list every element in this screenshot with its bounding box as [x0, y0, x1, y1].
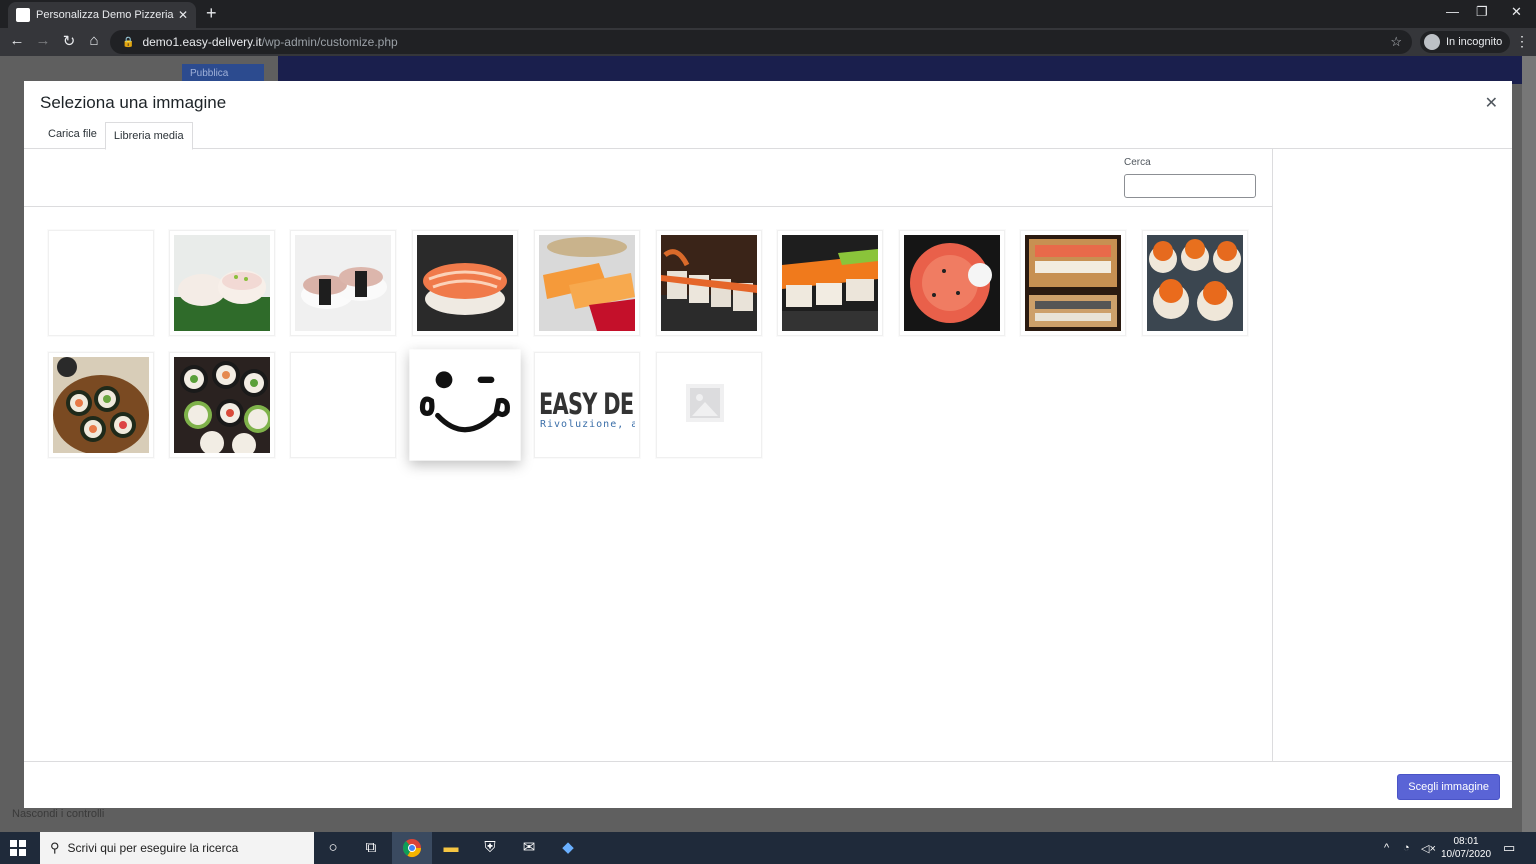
attachment-details-sidebar [1272, 149, 1512, 761]
thumbnail [1147, 235, 1243, 331]
search-label: Cerca [1124, 157, 1151, 168]
bookmark-star-icon[interactable]: ☆ [1390, 34, 1402, 50]
address-bar[interactable]: 🔒 demo1.easy-delivery.it/wp-admin/custom… [110, 30, 1412, 54]
image-placeholder-icon [686, 384, 724, 422]
page-scrollbar[interactable] [1522, 56, 1536, 832]
task-view-icon[interactable]: ⧉ [361, 838, 381, 858]
attachment-sushi-octopus-nigiri[interactable] [290, 230, 396, 336]
media-library-content: Cerca EASY DE Rivoluzione, a [24, 149, 1272, 761]
back-icon[interactable]: ← [8, 32, 26, 49]
attachment-blank[interactable] [290, 352, 396, 458]
taskbar-search[interactable]: ⚲ Scrivi qui per eseguire la ricerca [40, 832, 314, 864]
security-shield-icon[interactable]: ⛨ [480, 838, 500, 858]
clock-time: 08:01 [1453, 836, 1479, 847]
attachment-sushi-tray-assorted[interactable] [1020, 230, 1126, 336]
thumbnail [417, 235, 513, 331]
thumbnail [174, 357, 270, 453]
network-icon[interactable]: ◔ [1403, 842, 1410, 854]
attachment-wink-face-logo[interactable] [409, 349, 521, 461]
attachment-blank[interactable] [48, 230, 154, 336]
tray-chevron-icon[interactable]: ^ [1384, 842, 1389, 854]
attachment-easy-delivery-logo[interactable]: EASY DEL Rivoluzione, a [534, 352, 640, 458]
windows-start-icon[interactable] [10, 840, 26, 856]
attachment-sushi-board-maki[interactable] [48, 352, 154, 458]
media-modal: Seleziona una immagine ✕ Carica file Lib… [24, 81, 1512, 808]
tab-upload-files[interactable]: Carica file [40, 121, 105, 149]
thumbnail [661, 235, 757, 331]
search-input[interactable] [1124, 174, 1256, 198]
incognito-icon [1424, 34, 1440, 50]
modal-title: Seleziona una immagine [40, 93, 227, 112]
site-favicon-icon [16, 8, 30, 22]
attachment-image-placeholder[interactable] [656, 352, 762, 458]
thumbnail [295, 235, 391, 331]
file-explorer-icon[interactable]: ▬ [441, 838, 461, 858]
attachment-sushi-salmon-tuna-plate[interactable] [534, 230, 640, 336]
forward-icon[interactable]: → [34, 32, 52, 49]
thumbnail [1025, 235, 1121, 331]
thumbnail [904, 235, 1000, 331]
modal-close-icon[interactable]: ✕ [1485, 93, 1498, 113]
taskbar-clock[interactable]: 08:01 10/07/2020 [1440, 835, 1492, 861]
thumbnail [539, 235, 635, 331]
taskbar-search-placeholder: Scrivi qui per eseguire la ricerca [67, 841, 239, 855]
notification-icon[interactable]: ▭ [1503, 840, 1515, 856]
attachment-sushi-dragon-roll[interactable] [656, 230, 762, 336]
attachment-sushi-nigiri-white-fish[interactable] [169, 230, 275, 336]
browser-menu-icon[interactable]: ⋮ [1515, 33, 1529, 50]
browser-tab[interactable]: Personalizza Demo Pizzeria Easy ✕ [8, 2, 196, 28]
hide-controls-label: Nascondi i controlli [12, 808, 105, 820]
windows-taskbar: ⚲ Scrivi qui per eseguire la ricerca ○ ⧉… [0, 832, 1536, 864]
thumbnail [782, 235, 878, 331]
store-icon[interactable]: ◆ [558, 838, 578, 858]
logo-text: EASY DEL [539, 387, 635, 421]
browser-tab-strip: Personalizza Demo Pizzeria Easy ✕ + — ❐ … [0, 0, 1536, 28]
attachment-sushi-salmon-avocado-roll[interactable] [777, 230, 883, 336]
thumbnail [414, 354, 516, 456]
modal-header: Seleziona una immagine ✕ Carica file Lib… [24, 81, 1512, 150]
modal-footer: Scegli immagine [24, 761, 1512, 808]
volume-muted-icon[interactable]: ◁× [1421, 842, 1436, 855]
browser-toolbar: ← → ↻ ⌂ 🔒 demo1.easy-delivery.it/wp-admi… [0, 28, 1536, 56]
thumbnail: EASY DEL Rivoluzione, a [539, 357, 635, 453]
url-host: demo1.easy-delivery.it [142, 35, 262, 49]
attachment-sushi-salmon-temaki[interactable] [899, 230, 1005, 336]
tab-title: Personalizza Demo Pizzeria Easy [36, 9, 174, 21]
attachment-sushi-shrimp-nigiri[interactable] [412, 230, 518, 336]
cortana-icon[interactable]: ○ [323, 838, 343, 858]
home-icon[interactable]: ⌂ [85, 32, 103, 49]
media-toolbar: Cerca [24, 149, 1272, 207]
reload-icon[interactable]: ↻ [60, 32, 78, 50]
restore-icon[interactable]: ❐ [1476, 4, 1488, 20]
lock-icon: 🔒 [122, 36, 135, 48]
modal-tabs: Carica file Libreria media [40, 121, 193, 150]
attachment-sushi-uramaki-tobiko[interactable] [1142, 230, 1248, 336]
attachment-sushi-futomaki-slate[interactable] [169, 352, 275, 458]
search-icon: ⚲ [50, 840, 60, 855]
tab-media-library[interactable]: Libreria media [104, 122, 193, 150]
chrome-icon[interactable] [402, 838, 422, 858]
site-preview-header [278, 56, 1522, 84]
window-close-icon[interactable]: ✕ [1511, 4, 1522, 20]
incognito-indicator[interactable]: In incognito [1420, 31, 1511, 53]
minimize-icon[interactable]: — [1446, 4, 1459, 19]
thumbnail [174, 235, 270, 331]
tab-close-icon[interactable]: ✕ [178, 8, 188, 22]
choose-image-button[interactable]: Scegli immagine [1397, 774, 1500, 800]
thumbnail [53, 357, 149, 453]
incognito-label: In incognito [1446, 36, 1503, 48]
clock-date: 10/07/2020 [1440, 849, 1492, 860]
new-tab-icon[interactable]: + [206, 3, 217, 24]
url-path: /wp-admin/customize.php [261, 35, 398, 49]
mail-icon[interactable]: ✉ [519, 838, 539, 858]
logo-subtext: Rivoluzione, a [540, 419, 635, 430]
